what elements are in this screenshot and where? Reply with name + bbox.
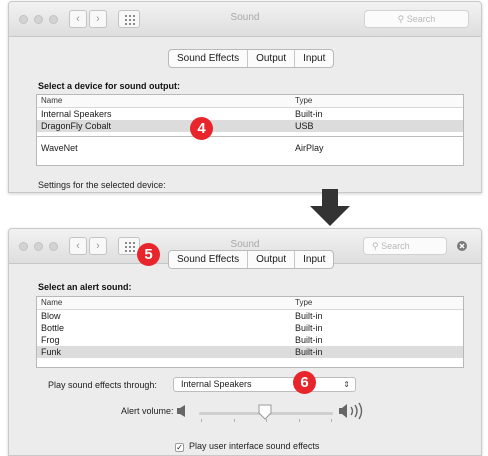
column-name-header[interactable]: Name [41, 297, 62, 309]
popup-chevron-icon: ⇕ [343, 380, 350, 389]
section-title: Select a device for sound output: [38, 81, 181, 91]
tab-input[interactable]: Input [294, 251, 333, 268]
list-item[interactable]: WaveNet AirPlay [37, 142, 463, 154]
sound-name: Frog [41, 335, 60, 345]
column-type-header[interactable]: Type [295, 297, 312, 309]
tab-sound-effects[interactable]: Sound Effects [169, 50, 247, 67]
list-item-selected[interactable]: Funk Built-in [37, 346, 463, 358]
callout-badge-6: 6 [293, 371, 316, 394]
output-device-list[interactable]: Name Type Internal Speakers Built-in Dra… [36, 94, 464, 166]
slider-tick [331, 419, 332, 422]
tab-input[interactable]: Input [294, 50, 333, 67]
sound-name: Bottle [41, 323, 65, 333]
device-name: WaveNet [41, 143, 78, 153]
search-icon: ⚲ [397, 14, 405, 24]
list-item[interactable]: Bottle Built-in [37, 322, 463, 334]
sound-name: Blow [41, 311, 61, 321]
tab-sound-effects[interactable]: Sound Effects [169, 251, 248, 268]
title-bar: ‹ › Sound ⚲ Search [9, 2, 481, 37]
slider-tick [201, 419, 202, 422]
search-icon: ⚲ [372, 241, 379, 251]
sound-window-sound-effects: ‹ › Sound ⚲ Search Sound Effects Output … [8, 228, 482, 456]
list-header: Name Type [37, 95, 463, 108]
slider-tick [234, 419, 235, 422]
speaker-low-icon [177, 405, 185, 417]
settings-label: Settings for the selected device: [38, 180, 166, 190]
list-item[interactable]: Blow Built-in [37, 310, 463, 322]
callout-badge-4: 4 [190, 117, 213, 140]
list-divider [37, 132, 463, 137]
play-through-value: Internal Speakers [181, 379, 252, 389]
play-through-popup[interactable]: Internal Speakers ⇕ [173, 377, 356, 392]
sound-type: Built-in [295, 335, 323, 345]
search-field[interactable]: ⚲ Search [364, 10, 469, 28]
ui-sounds-label[interactable]: Play user interface sound effects [189, 441, 319, 451]
column-name-header[interactable]: Name [41, 95, 62, 107]
device-name: Internal Speakers [41, 109, 112, 119]
slider-tick [299, 419, 300, 422]
section-title: Select an alert sound: [38, 282, 132, 292]
list-item[interactable]: Internal Speakers Built-in [37, 108, 463, 120]
sound-type: Built-in [295, 323, 323, 333]
device-name: DragonFly Cobalt [41, 121, 112, 131]
callout-badge-5: 5 [137, 243, 160, 266]
list-item-selected[interactable]: DragonFly Cobalt USB [37, 120, 463, 132]
search-field[interactable]: ⚲ Search [363, 237, 447, 255]
sound-type: Built-in [295, 311, 323, 321]
speaker-high-icon [339, 402, 363, 420]
clear-search-icon[interactable] [457, 241, 467, 251]
sound-name: Funk [41, 347, 62, 357]
column-type-header[interactable]: Type [295, 95, 312, 107]
search-placeholder: Search [381, 241, 410, 251]
list-header: Name Type [37, 297, 463, 310]
search-placeholder: Search [406, 14, 436, 24]
alert-volume-label: Alert volume: [121, 406, 174, 416]
tab-output[interactable]: Output [247, 251, 294, 268]
checkmark-icon: ✓ [176, 443, 183, 452]
tab-bar: Sound Effects Output Input [168, 250, 335, 269]
device-type: Built-in [295, 109, 323, 119]
tab-bar: Sound Effects Output Input [168, 49, 335, 68]
down-arrow-icon [310, 189, 350, 226]
tab-output[interactable]: Output [247, 50, 295, 67]
device-type: USB [295, 121, 314, 131]
sound-window-output: ‹ › Sound ⚲ Search Sound Effects Output … [8, 1, 482, 193]
sound-type: Built-in [295, 347, 323, 357]
alert-volume-slider-knob[interactable] [258, 404, 272, 420]
play-through-label: Play sound effects through: [48, 380, 157, 390]
device-type: AirPlay [295, 143, 324, 153]
alert-sound-list[interactable]: Name Type Blow Built-in Bottle Built-in … [36, 296, 464, 368]
list-item[interactable]: Frog Built-in [37, 334, 463, 346]
ui-sounds-checkbox[interactable]: ✓ [175, 443, 184, 452]
